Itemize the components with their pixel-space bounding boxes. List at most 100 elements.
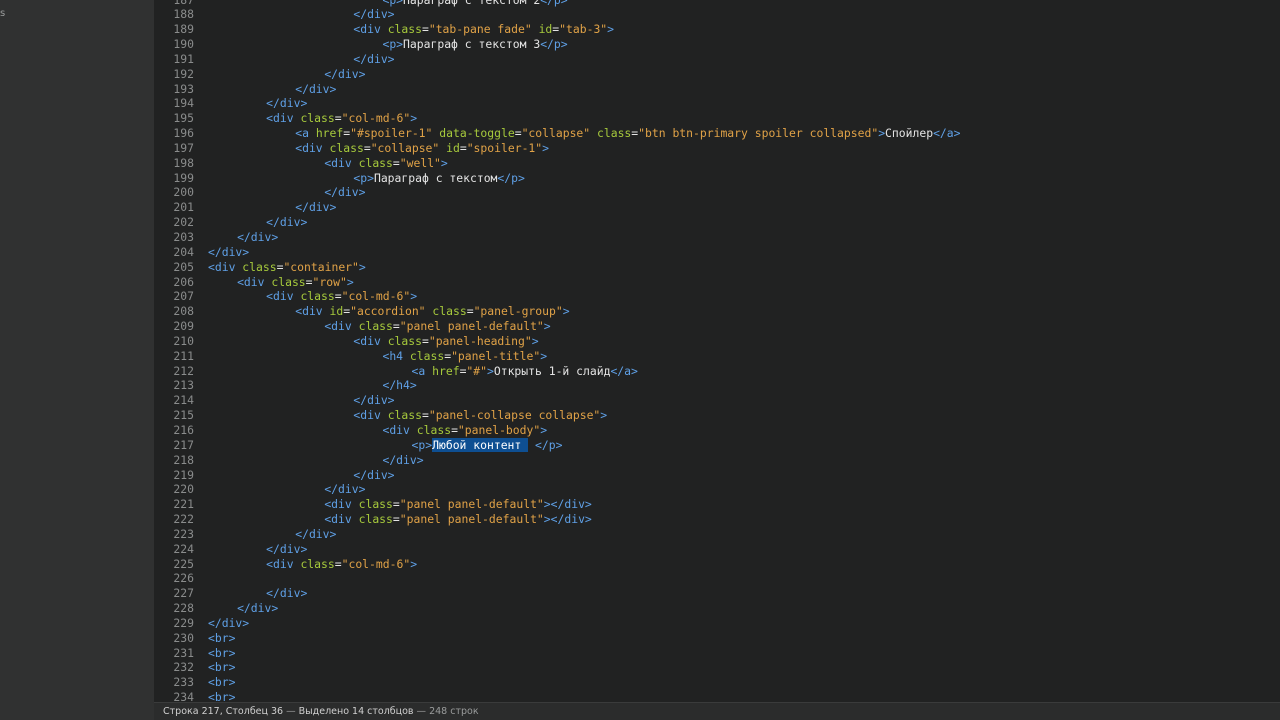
- code-line[interactable]: 201 </div>: [154, 200, 1280, 215]
- code-content[interactable]: <p>Параграф с текстом 2</p>: [208, 0, 567, 7]
- code-content[interactable]: <div class="well">: [208, 156, 447, 171]
- code-line[interactable]: 212 <a href="#">Открыть 1-й слайд</a>: [154, 364, 1280, 379]
- code-line[interactable]: 222 <div class="panel panel-default"></di…: [154, 512, 1280, 527]
- code-lines[interactable]: 187<p>Параграф с текстом 2</p>188</div>1…: [154, 0, 1280, 702]
- code-content[interactable]: <div class="col-md-6">: [208, 289, 417, 304]
- code-line[interactable]: 202 </div>: [154, 215, 1280, 230]
- code-line[interactable]: 198 <div class="well">: [154, 156, 1280, 171]
- code-line[interactable]: 199 <p>Параграф с текстом</p>: [154, 171, 1280, 186]
- code-line[interactable]: 214 </div>: [154, 393, 1280, 408]
- code-content[interactable]: <br>: [208, 660, 235, 675]
- code-line[interactable]: 230 <br>: [154, 631, 1280, 646]
- code-editor[interactable]: 187<p>Параграф с текстом 2</p>188</div>1…: [154, 0, 1280, 702]
- code-line[interactable]: 226: [154, 571, 1280, 586]
- code-line[interactable]: 215 <div class="panel-collapse collapse">: [154, 408, 1280, 423]
- code-line[interactable]: 229 </div>: [154, 616, 1280, 631]
- code-content[interactable]: <div class="row">: [208, 275, 354, 290]
- code-line[interactable]: 206 <div class="row">: [154, 275, 1280, 290]
- code-content[interactable]: <div class="panel panel-default"></div>: [208, 512, 591, 527]
- code-content[interactable]: <div class="col-md-6">: [208, 111, 417, 126]
- code-content[interactable]: <a href="#">Открыть 1-й слайд</a>: [208, 364, 638, 379]
- code-content[interactable]: </div>: [208, 7, 394, 22]
- code-line[interactable]: 225 <div class="col-md-6">: [154, 557, 1280, 572]
- code-line[interactable]: 190 <p>Параграф с текстом 3</p>: [154, 37, 1280, 52]
- code-content[interactable]: <div class="tab-pane fade" id="tab-3">: [208, 22, 614, 37]
- code-line[interactable]: 205 <div class="container">: [154, 260, 1280, 275]
- code-line[interactable]: 209 <div class="panel panel-default">: [154, 319, 1280, 334]
- code-line[interactable]: 224 </div>: [154, 542, 1280, 557]
- code-content[interactable]: </div>: [208, 601, 278, 616]
- code-line[interactable]: 195 <div class="col-md-6">: [154, 111, 1280, 126]
- code-line[interactable]: 200 </div>: [154, 185, 1280, 200]
- code-line[interactable]: 213 </h4>: [154, 378, 1280, 393]
- code-content[interactable]: <div class="panel-body">: [208, 423, 547, 438]
- code-content[interactable]: </div>: [208, 586, 307, 601]
- code-content[interactable]: </div>: [208, 542, 307, 557]
- code-content[interactable]: <br>: [208, 631, 235, 646]
- code-content[interactable]: <div class="collapse" id="spoiler-1">: [208, 141, 549, 156]
- code-content[interactable]: </div>: [208, 230, 278, 245]
- code-line[interactable]: 231 <br>: [154, 646, 1280, 661]
- code-content[interactable]: </div>: [208, 200, 336, 215]
- code-content[interactable]: <div class="panel panel-default"></div>: [208, 497, 591, 512]
- code-line[interactable]: 193 </div>: [154, 82, 1280, 97]
- code-content[interactable]: <div class="panel-heading">: [208, 334, 538, 349]
- code-content[interactable]: <p>Параграф с текстом</p>: [208, 171, 524, 186]
- code-line[interactable]: 204 </div>: [154, 245, 1280, 260]
- code-line[interactable]: 187 <p>Параграф с текстом 2</p>: [154, 0, 1280, 7]
- code-content[interactable]: <a href="#spoiler-1" data-toggle="collap…: [208, 126, 960, 141]
- code-line[interactable]: 221 <div class="panel panel-default"></di…: [154, 497, 1280, 512]
- code-line[interactable]: 219 </div>: [154, 468, 1280, 483]
- code-line[interactable]: 196 <a href="#spoiler-1" data-toggle="col…: [154, 126, 1280, 141]
- code-line[interactable]: 208 <div id="accordion" class="panel-grou…: [154, 304, 1280, 319]
- code-line[interactable]: 191 </div>: [154, 52, 1280, 67]
- code-content[interactable]: <h4 class="panel-title">: [208, 349, 547, 364]
- code-line[interactable]: 234 <br>: [154, 690, 1280, 702]
- code-line[interactable]: 211 <h4 class="panel-title">: [154, 349, 1280, 364]
- code-line[interactable]: 189 <div class="tab-pane fade" id="tab-3"…: [154, 22, 1280, 37]
- code-line[interactable]: 207 <div class="col-md-6">: [154, 289, 1280, 304]
- code-content[interactable]: </div>: [208, 185, 365, 200]
- code-content[interactable]: </h4>: [208, 378, 416, 393]
- code-content[interactable]: <p>Любой контент </p>: [208, 437, 562, 453]
- code-content[interactable]: </div>: [208, 482, 365, 497]
- code-line[interactable]: 232 <br>: [154, 660, 1280, 675]
- code-line[interactable]: 194 </div>: [154, 96, 1280, 111]
- code-content[interactable]: </div>: [208, 468, 394, 483]
- code-line[interactable]: 220 </div>: [154, 482, 1280, 497]
- code-line[interactable]: 197 <div class="collapse" id="spoiler-1">: [154, 141, 1280, 156]
- code-line[interactable]: 188 </div>: [154, 7, 1280, 22]
- code-content[interactable]: <p>Параграф с текстом 3</p>: [208, 37, 567, 52]
- code-content[interactable]: </div>: [208, 67, 365, 82]
- code-line[interactable]: 223 </div>: [154, 527, 1280, 542]
- code-line[interactable]: 233 <br>: [154, 675, 1280, 690]
- code-content[interactable]: <br>: [208, 690, 235, 702]
- code-line[interactable]: 216 <div class="panel-body">: [154, 423, 1280, 438]
- code-line[interactable]: 203 </div>: [154, 230, 1280, 245]
- code-content[interactable]: <div id="accordion" class="panel-group">: [208, 304, 569, 319]
- code-line[interactable]: 192 </div>: [154, 67, 1280, 82]
- code-content[interactable]: </div>: [208, 52, 394, 67]
- line-number: 233: [173, 675, 194, 690]
- code-content[interactable]: <div class="col-md-6">: [208, 557, 417, 572]
- code-content[interactable]: <div class="container">: [208, 260, 366, 275]
- code-content[interactable]: </div>: [208, 453, 423, 468]
- code-line[interactable]: 217 <p>Любой контент </p>: [154, 437, 1280, 453]
- code-content[interactable]: </div>: [208, 96, 307, 111]
- code-content[interactable]: </div>: [208, 82, 336, 97]
- code-line[interactable]: 228 </div>: [154, 601, 1280, 616]
- code-content[interactable]: </div>: [208, 616, 249, 631]
- code-content[interactable]: </div>: [208, 527, 336, 542]
- file-sidebar[interactable]: s: [0, 0, 154, 720]
- code-line[interactable]: 210 <div class="panel-heading">: [154, 334, 1280, 349]
- code-line[interactable]: 227 </div>: [154, 586, 1280, 601]
- code-content[interactable]: </div>: [208, 393, 394, 408]
- code-content[interactable]: </div>: [208, 245, 249, 260]
- code-content[interactable]: <div class="panel panel-default">: [208, 319, 550, 334]
- code-content[interactable]: <div class="panel-collapse collapse">: [208, 408, 607, 423]
- code-content[interactable]: </div>: [208, 215, 307, 230]
- code-content[interactable]: <br>: [208, 646, 235, 661]
- code-line[interactable]: 218 </div>: [154, 453, 1280, 468]
- sidebar-item-fragment[interactable]: s: [0, 8, 5, 19]
- code-content[interactable]: <br>: [208, 675, 235, 690]
